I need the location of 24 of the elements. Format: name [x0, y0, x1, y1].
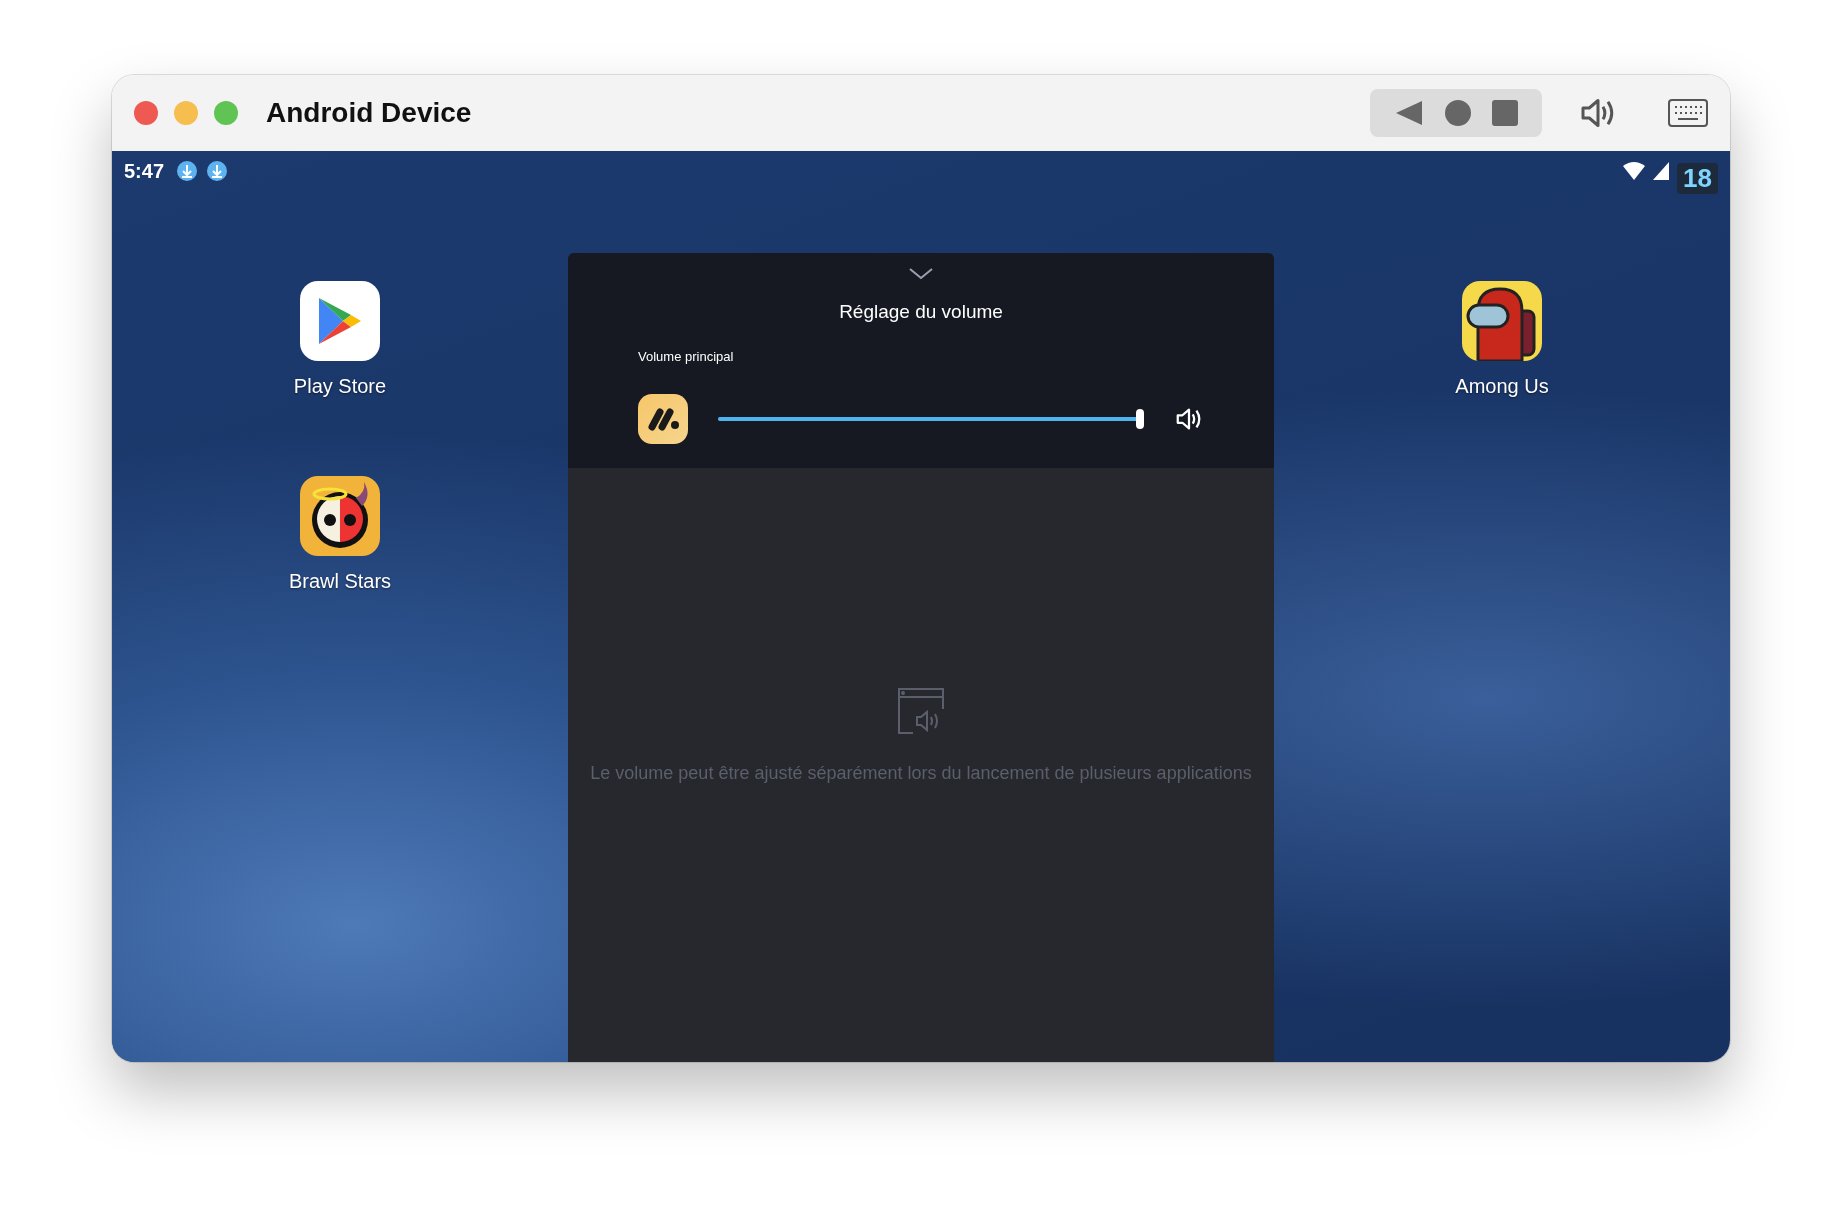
app-label: Brawl Stars: [288, 570, 392, 593]
window-title: Android Device: [266, 97, 473, 129]
hint-text: Le volume peut être ajusté séparément lors du lancement de plusieurs applications: [590, 762, 1252, 784]
skull-icon[interactable]: [300, 476, 380, 556]
back-button[interactable]: [1394, 99, 1424, 127]
app-label: Among Us: [1455, 375, 1549, 398]
keyboard-button[interactable]: [1668, 99, 1708, 127]
window-speaker-icon: [897, 686, 945, 735]
panel-title: Réglage du volume: [838, 301, 1004, 323]
download-icon: [206, 160, 229, 182]
app-logo-icon: [638, 394, 688, 444]
status-time: 5:47: [124, 159, 165, 183]
close-button[interactable]: [134, 101, 158, 125]
slider-thumb[interactable]: [1136, 409, 1144, 429]
badge: 18: [1677, 162, 1718, 194]
wifi-icon: [1623, 162, 1646, 180]
signal-icon: [1653, 162, 1670, 180]
crewmate-icon[interactable]: [1462, 281, 1542, 361]
home-button[interactable]: [1444, 99, 1472, 127]
chevron-down-icon[interactable]: [908, 267, 934, 281]
volume-slider[interactable]: [718, 409, 1144, 429]
download-icon: [176, 160, 199, 182]
section-label: Volume principal: [638, 349, 735, 364]
app-label: Play Store: [293, 375, 387, 398]
